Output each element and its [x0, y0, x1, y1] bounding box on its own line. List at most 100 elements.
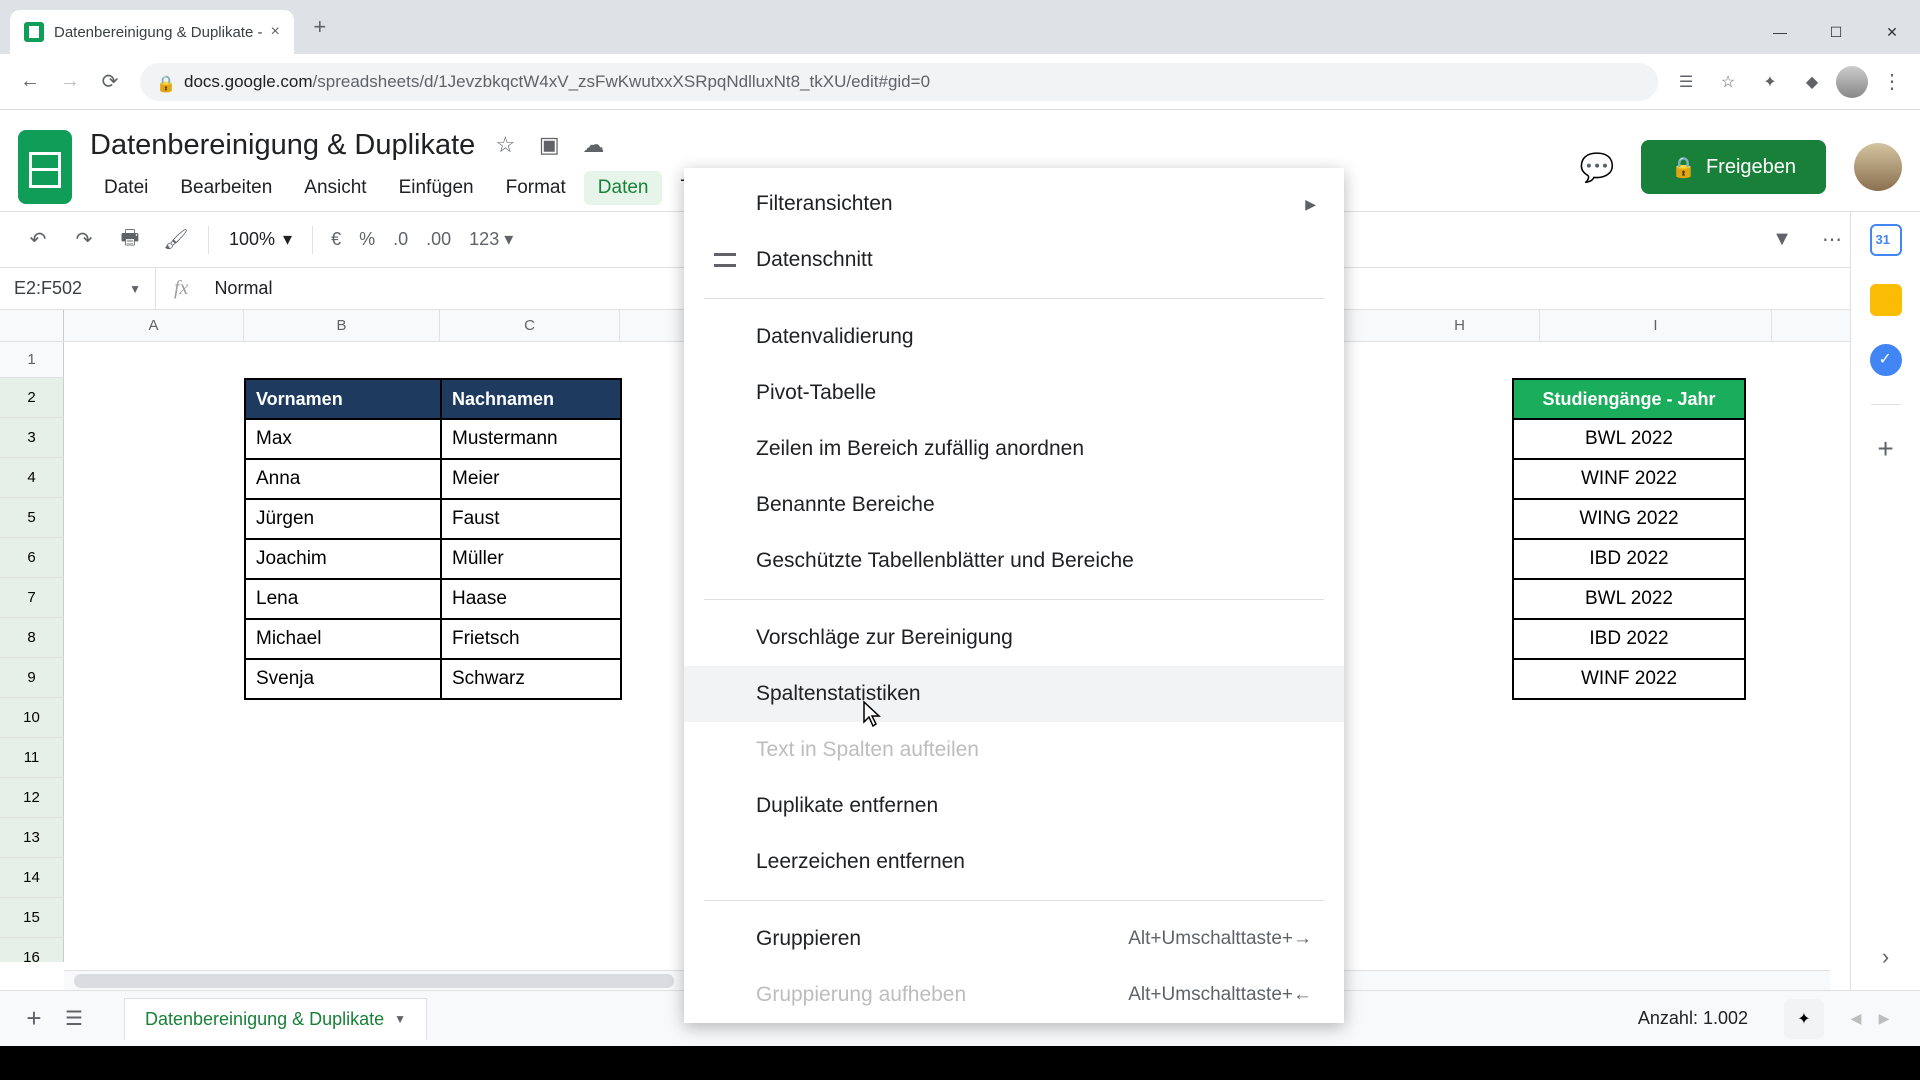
menu-named-ranges[interactable]: Benannte Bereiche — [684, 477, 1344, 533]
row-header[interactable]: 3 — [0, 418, 64, 458]
print-button[interactable]: 🖶 — [110, 220, 150, 260]
account-avatar[interactable] — [1854, 143, 1902, 191]
menu-view[interactable]: Ansicht — [290, 171, 380, 205]
cloud-saved-icon[interactable]: ☁ — [579, 131, 607, 159]
maximize-button[interactable]: ☐ — [1808, 16, 1864, 48]
row-header[interactable]: 7 — [0, 578, 64, 618]
move-icon[interactable]: ▣ — [535, 131, 563, 159]
menu-insert[interactable]: Einfügen — [385, 171, 488, 205]
row-header[interactable]: 6 — [0, 538, 64, 578]
row-header[interactable]: 2 — [0, 378, 64, 418]
row-header[interactable]: 15 — [0, 898, 64, 938]
calendar-icon[interactable] — [1870, 224, 1902, 256]
side-panel: + › — [1850, 212, 1920, 990]
menu-data-validation[interactable]: Datenvalidierung — [684, 309, 1344, 365]
col-header[interactable]: H — [1380, 310, 1540, 341]
share-button[interactable]: 🔒Freigeben — [1641, 140, 1826, 194]
sheets-logo-icon[interactable] — [18, 130, 72, 204]
lock-icon: 🔒 — [156, 74, 172, 90]
new-tab-button[interactable]: + — [302, 9, 338, 45]
extension-badge-icon[interactable]: ◆ — [1794, 64, 1830, 100]
url-path: /spreadsheets/d/1JevzbkqctW4xV_zsFwKwutx… — [313, 72, 931, 91]
increase-decimal-button[interactable]: .00 — [420, 229, 457, 250]
row-header[interactable]: 14 — [0, 858, 64, 898]
col-header[interactable]: I — [1540, 310, 1772, 341]
selection-count[interactable]: Anzahl: 1.002 — [1622, 1002, 1764, 1035]
add-sheet-button[interactable]: + — [14, 999, 54, 1039]
menu-file[interactable]: Datei — [90, 171, 162, 205]
chrome-menu-icon[interactable]: ⋮ — [1874, 64, 1910, 100]
menu-randomize-range[interactable]: Zeilen im Bereich zufällig anordnen — [684, 421, 1344, 477]
number-format-button[interactable]: 123 ▾ — [463, 229, 519, 250]
menu-format[interactable]: Format — [492, 171, 580, 205]
explore-button[interactable]: ✦ — [1784, 999, 1824, 1039]
lock-icon: 🔒 — [1671, 155, 1696, 180]
menu-data[interactable]: Daten — [584, 171, 663, 205]
row-header[interactable]: 9 — [0, 658, 64, 698]
comments-icon[interactable]: 💬 — [1573, 143, 1621, 191]
expand-side-panel-icon[interactable]: › — [1882, 944, 1889, 970]
undo-button[interactable]: ↶ — [18, 220, 58, 260]
menu-cleanup-suggestions[interactable]: Vorschläge zur Bereinigung — [684, 610, 1344, 666]
star-icon[interactable]: ☆ — [491, 131, 519, 159]
redo-button[interactable]: ↷ — [64, 220, 104, 260]
names-table: VornamenNachnamen MaxMustermann AnnaMeie… — [244, 378, 622, 700]
sheet-tab[interactable]: Datenbereinigung & Duplikate▼ — [124, 998, 427, 1040]
select-all-corner[interactable] — [0, 310, 64, 341]
menu-protected-sheets[interactable]: Geschützte Tabellenblätter und Bereiche — [684, 533, 1344, 589]
row-header[interactable]: 1 — [0, 342, 64, 378]
programs-table: Studiengänge - Jahr BWL 2022 WINF 2022 W… — [1512, 378, 1746, 700]
minimize-button[interactable]: — — [1752, 16, 1808, 48]
back-button[interactable]: ← — [10, 62, 50, 102]
row-header[interactable]: 8 — [0, 618, 64, 658]
decrease-decimal-button[interactable]: .0 — [387, 229, 414, 250]
sheets-favicon — [24, 22, 44, 42]
percent-button[interactable]: % — [353, 229, 381, 250]
bookmark-icon[interactable]: ☆ — [1710, 64, 1746, 100]
keep-icon[interactable] — [1870, 284, 1902, 316]
filter-toolbar-button[interactable]: ▼ — [1762, 220, 1802, 260]
forward-button[interactable]: → — [50, 62, 90, 102]
scroll-left-icon[interactable]: ◀ — [1844, 1010, 1868, 1027]
currency-button[interactable]: € — [325, 229, 347, 250]
more-toolbar-button[interactable]: ⋯ — [1812, 220, 1852, 260]
url-input[interactable]: 🔒 docs.google.com/spreadsheets/d/1Jevzbk… — [140, 63, 1658, 101]
menu-pivot-table[interactable]: Pivot-Tabelle — [684, 365, 1344, 421]
row-header[interactable]: 4 — [0, 458, 64, 498]
menu-column-stats[interactable]: Spaltenstatistiken — [684, 666, 1344, 722]
menu-trim-whitespace[interactable]: Leerzeichen entfernen — [684, 834, 1344, 890]
row-header[interactable]: 13 — [0, 818, 64, 858]
chevron-down-icon: ▼ — [394, 1012, 406, 1026]
row-header[interactable]: 11 — [0, 738, 64, 778]
browser-tab[interactable]: Datenbereinigung & Duplikate - × — [10, 10, 294, 54]
menu-remove-duplicates[interactable]: Duplikate entfernen — [684, 778, 1344, 834]
name-box[interactable]: E2:F502▼ — [0, 268, 156, 309]
close-window-button[interactable]: ✕ — [1864, 16, 1920, 48]
row-header[interactable]: 16 — [0, 938, 64, 962]
extensions-icon[interactable]: ✦ — [1752, 64, 1788, 100]
row-header[interactable]: 5 — [0, 498, 64, 538]
close-tab-icon[interactable]: × — [270, 23, 279, 41]
menu-filter-views[interactable]: Filteransichten — [684, 176, 1344, 232]
menu-ungroup: Gruppierung aufhebenAlt+Umschalttaste+← — [684, 967, 1344, 1023]
menu-edit[interactable]: Bearbeiten — [166, 171, 286, 205]
formula-input[interactable]: Normal — [206, 278, 280, 299]
col-header[interactable]: C — [440, 310, 620, 341]
row-header[interactable]: 10 — [0, 698, 64, 738]
tasks-icon[interactable] — [1870, 344, 1902, 376]
menu-slicer[interactable]: Datenschnitt — [684, 232, 1344, 288]
profile-avatar[interactable] — [1836, 66, 1868, 98]
col-header[interactable]: A — [64, 310, 244, 341]
paint-format-button[interactable]: 🖌 — [156, 220, 196, 260]
zoom-select[interactable]: 100% ▾ — [221, 229, 300, 250]
all-sheets-button[interactable]: ☰ — [54, 999, 94, 1039]
add-addon-icon[interactable]: + — [1877, 433, 1893, 465]
data-menu-dropdown: Filteransichten Datenschnitt Datenvalidi… — [684, 168, 1344, 1023]
menu-group[interactable]: GruppierenAlt+Umschalttaste+→ — [684, 911, 1344, 967]
translate-icon[interactable]: ☰ — [1668, 64, 1704, 100]
col-header[interactable]: B — [244, 310, 440, 341]
document-title[interactable]: Datenbereinigung & Duplikate — [90, 129, 475, 162]
reload-button[interactable]: ⟳ — [90, 62, 130, 102]
row-header[interactable]: 12 — [0, 778, 64, 818]
scroll-right-icon[interactable]: ▶ — [1872, 1010, 1896, 1027]
